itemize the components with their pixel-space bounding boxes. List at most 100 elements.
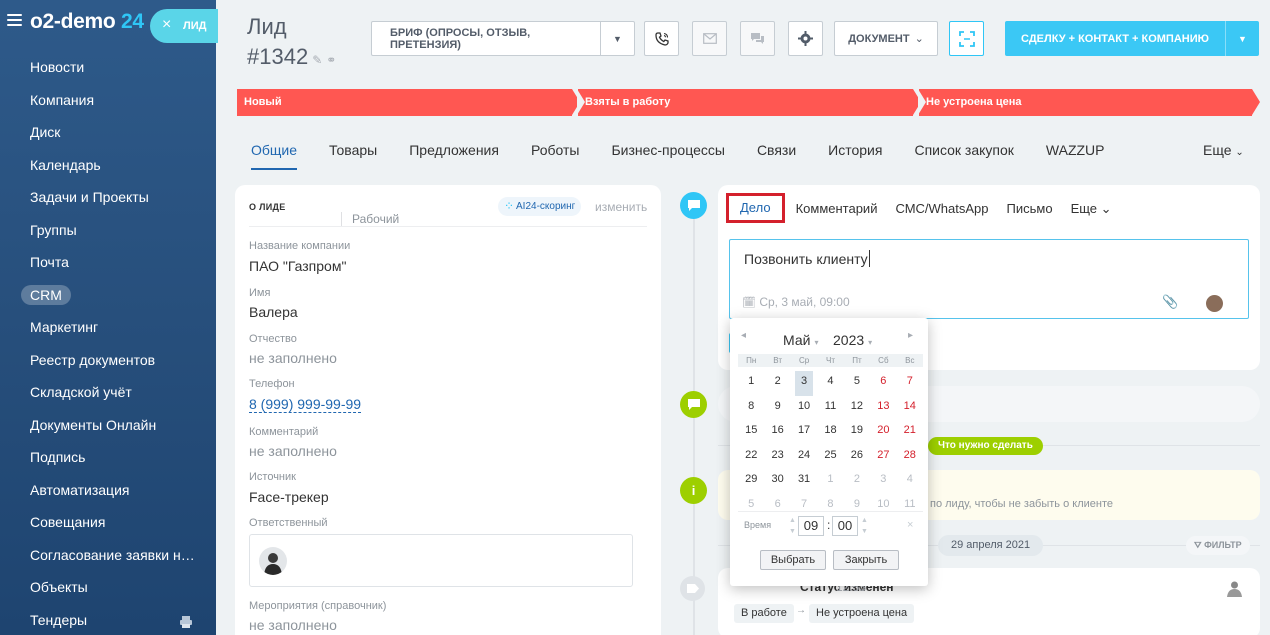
document-button[interactable]: ДОКУМЕНТ ⌄ xyxy=(834,21,938,56)
ai-scoring-badge[interactable]: AI24-скоринг xyxy=(498,197,582,216)
minute-input[interactable]: 00 xyxy=(832,516,858,536)
calendar-day[interactable]: 7 xyxy=(791,494,817,519)
calendar-day[interactable]: 3 xyxy=(870,469,896,494)
close-icon[interactable]: × xyxy=(162,16,171,34)
lead-slider-tab[interactable]: × ЛИД xyxy=(150,9,218,43)
activity-text[interactable]: Позвонить клиенту xyxy=(744,250,870,267)
change-link[interactable]: изменить xyxy=(595,200,647,214)
tab[interactable]: Товары xyxy=(329,142,377,158)
calendar-day[interactable]: 5 xyxy=(738,494,764,519)
paperclip-icon[interactable]: 📎 xyxy=(1162,294,1178,310)
calendar-day[interactable]: 1 xyxy=(738,371,764,396)
company-value[interactable]: ПАО "Газпром" xyxy=(249,258,346,274)
editor-tab[interactable]: Дело xyxy=(726,193,785,223)
calendar-day[interactable]: 31 xyxy=(791,469,817,494)
calendar-day[interactable]: 25 xyxy=(817,445,843,470)
calendar-day[interactable]: 26 xyxy=(844,445,870,470)
main-dropdown-arrow-icon[interactable]: ▼ xyxy=(1225,21,1259,56)
user-avatar-icon[interactable] xyxy=(1226,580,1243,597)
edit-pencil-icon[interactable]: ✎ xyxy=(312,53,322,67)
calendar-day[interactable]: 9 xyxy=(844,494,870,519)
sidebar-item[interactable]: Календарь xyxy=(0,152,216,185)
email-button[interactable] xyxy=(692,21,727,56)
tab[interactable]: Общие xyxy=(251,142,298,170)
sidebar-item[interactable]: Маркетинг xyxy=(0,314,216,347)
tab[interactable]: Список закупок xyxy=(914,142,1013,158)
calendar-day[interactable]: 1 xyxy=(817,469,843,494)
brief-button[interactable]: БРИФ (ОПРОСЫ, ОТЗЫВ, ПРЕТЕНЗИЯ) ▼ xyxy=(371,21,635,56)
editor-tab[interactable]: Комментарий xyxy=(789,199,885,223)
select-button[interactable]: Выбрать xyxy=(760,550,826,570)
tab[interactable]: Роботы xyxy=(531,142,579,158)
calendar-day[interactable]: 11 xyxy=(897,494,923,519)
sidebar-item[interactable]: Почта xyxy=(0,249,216,282)
calendar-day[interactable]: 13 xyxy=(870,396,896,421)
calendar-day[interactable]: 28 xyxy=(897,445,923,470)
activity-text-field[interactable]: Позвонить клиенту 🗓 Ср, 3 май, 09:00 📎 xyxy=(729,239,1249,319)
calendar-day[interactable]: 4 xyxy=(897,469,923,494)
calendar-day[interactable]: 8 xyxy=(738,396,764,421)
calendar-day[interactable]: 20 xyxy=(870,420,896,445)
stage-in-progress[interactable]: Взяты в работу xyxy=(577,89,921,116)
editor-tab[interactable]: СМС/WhatsApp xyxy=(888,199,995,223)
sidebar-item[interactable]: Совещания xyxy=(0,509,216,542)
avatar[interactable] xyxy=(1206,295,1223,312)
clear-time-icon[interactable]: × xyxy=(907,519,913,531)
hour-input[interactable]: 09 xyxy=(798,516,824,536)
tab[interactable]: Бизнес-процессы xyxy=(611,142,724,158)
phone-link[interactable]: 8 (999) 999-99-99 xyxy=(249,396,362,413)
calendar-day[interactable]: 2 xyxy=(764,371,790,396)
calendar-day[interactable]: 10 xyxy=(870,494,896,519)
calendar-day[interactable]: 29 xyxy=(738,469,764,494)
hour-down-arrow-icon[interactable]: ▼ xyxy=(789,528,796,536)
settings-button[interactable] xyxy=(788,21,823,56)
avatar[interactable] xyxy=(259,547,287,575)
tab[interactable]: Предложения xyxy=(409,142,499,158)
sidebar-item[interactable]: Задачи и Проекты xyxy=(0,184,216,217)
close-button[interactable]: Закрыть xyxy=(833,550,899,570)
sidebar-item[interactable]: Автоматизация xyxy=(0,477,216,510)
sidebar-item[interactable]: Объекты xyxy=(0,574,216,607)
calendar-day[interactable]: 14 xyxy=(897,396,923,421)
events-value[interactable]: не заполнено xyxy=(249,617,337,633)
calendar-day[interactable]: 18 xyxy=(817,420,843,445)
menu-burger-icon[interactable] xyxy=(7,14,22,27)
minute-up-arrow-icon[interactable]: ▲ xyxy=(861,517,868,525)
tab[interactable]: WAZZUP xyxy=(1046,142,1105,158)
calendar-day[interactable]: 12 xyxy=(844,396,870,421)
calendar-day[interactable]: 22 xyxy=(738,445,764,470)
responsible-user[interactable] xyxy=(249,534,633,587)
link-icon[interactable]: ⚭ xyxy=(326,53,336,67)
printer-icon[interactable] xyxy=(179,615,193,629)
calendar-day[interactable]: 10 xyxy=(791,396,817,421)
editor-tab[interactable]: Еще ⌄ xyxy=(1064,199,1119,223)
create-deal-contact-company-button[interactable]: СДЕЛКУ + КОНТАКТ + КОМПАНИЮ ▼ xyxy=(1005,21,1259,56)
calendar-day[interactable]: 7 xyxy=(897,371,923,396)
calendar-day[interactable]: 5 xyxy=(844,371,870,396)
sidebar-item[interactable]: Складской учёт xyxy=(0,379,216,412)
sidebar-item[interactable]: Реестр документов xyxy=(0,347,216,380)
scan-button[interactable] xyxy=(949,21,984,56)
tab[interactable]: История xyxy=(828,142,882,158)
chat-button[interactable] xyxy=(740,21,775,56)
month-select[interactable]: Май xyxy=(783,332,818,348)
source-value[interactable]: Face-трекер xyxy=(249,489,329,505)
calendar-day[interactable]: 30 xyxy=(764,469,790,494)
editor-tab[interactable]: Письмо xyxy=(1000,199,1060,223)
call-button[interactable] xyxy=(644,21,679,56)
calendar-day[interactable]: 16 xyxy=(764,420,790,445)
calendar-day[interactable]: 8 xyxy=(817,494,843,519)
calendar-day[interactable]: 27 xyxy=(870,445,896,470)
sidebar-item[interactable]: Компания xyxy=(0,87,216,120)
filter-button[interactable]: ⛛ ФИЛЬТР xyxy=(1186,536,1250,555)
calendar-day[interactable]: 4 xyxy=(817,371,843,396)
patronymic-value[interactable]: не заполнено xyxy=(249,350,337,366)
calendar-day[interactable]: 19 xyxy=(844,420,870,445)
sidebar-item[interactable]: CRM xyxy=(0,282,216,315)
prev-month-arrow-icon[interactable]: ◂ xyxy=(741,330,746,341)
calendar-day[interactable]: 6 xyxy=(764,494,790,519)
name-value[interactable]: Валера xyxy=(249,304,298,320)
calendar-day[interactable]: 2 xyxy=(844,469,870,494)
sidebar-item[interactable]: Документы Онлайн xyxy=(0,412,216,445)
sidebar-item[interactable]: Группы xyxy=(0,217,216,250)
